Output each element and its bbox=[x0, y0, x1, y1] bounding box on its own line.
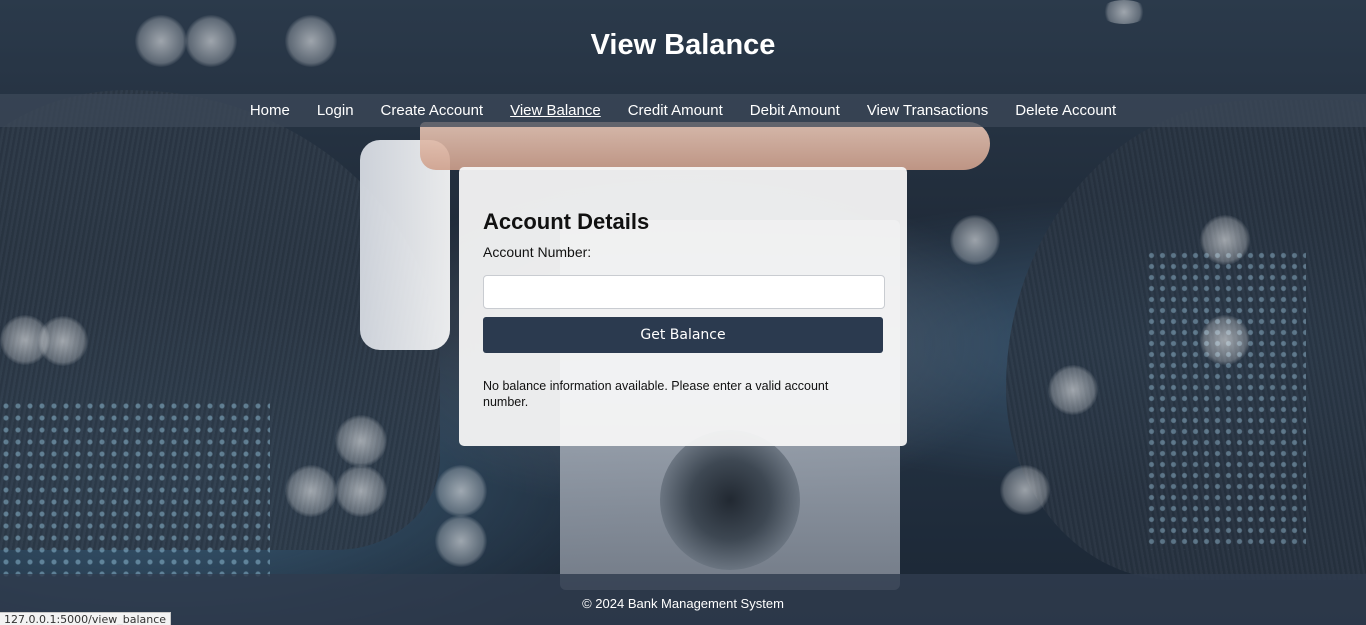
page-footer: © 2024 Bank Management System bbox=[0, 574, 1366, 625]
bokeh-light bbox=[285, 465, 337, 517]
nav-item-create-account[interactable]: Create Account bbox=[381, 102, 484, 119]
bokeh-light bbox=[38, 316, 88, 366]
nav-item-debit-amount[interactable]: Debit Amount bbox=[750, 102, 840, 119]
footer-copyright: © 2024 Bank Management System bbox=[582, 596, 784, 611]
bokeh-light bbox=[435, 465, 487, 517]
safe-dial-decoration bbox=[660, 430, 800, 570]
binary-pattern-right bbox=[1146, 250, 1306, 550]
bokeh-light bbox=[335, 415, 387, 467]
bokeh-light bbox=[950, 215, 1000, 265]
get-balance-button[interactable]: Get Balance bbox=[483, 317, 883, 353]
binary-pattern-left bbox=[0, 400, 270, 580]
nav-item-credit-amount[interactable]: Credit Amount bbox=[628, 102, 723, 119]
hand-decoration bbox=[420, 122, 990, 170]
balance-status-message: No balance information available. Please… bbox=[483, 379, 829, 409]
browser-status-url: 127.0.0.1:5000/view_balance bbox=[0, 612, 172, 625]
nav-item-view-transactions[interactable]: View Transactions bbox=[867, 102, 988, 119]
bokeh-light bbox=[1200, 315, 1250, 365]
account-number-input[interactable] bbox=[483, 275, 885, 309]
account-details-card: Account Details Account Number: Get Bala… bbox=[459, 167, 907, 446]
main-nav: Home Login Create Account View Balance C… bbox=[0, 94, 1366, 127]
bokeh-light bbox=[1200, 215, 1250, 265]
nav-item-home[interactable]: Home bbox=[250, 102, 290, 119]
bokeh-light bbox=[1000, 465, 1050, 515]
bokeh-light bbox=[1048, 365, 1098, 415]
bokeh-light bbox=[335, 465, 387, 517]
page-title: View Balance bbox=[590, 29, 776, 61]
account-number-label: Account Number: bbox=[483, 244, 592, 260]
card-title: Account Details bbox=[483, 209, 650, 234]
bokeh-light bbox=[435, 515, 487, 567]
shirt-cuff-decoration bbox=[360, 140, 450, 350]
nav-item-delete-account[interactable]: Delete Account bbox=[1015, 102, 1116, 119]
nav-item-view-balance[interactable]: View Balance bbox=[510, 102, 601, 119]
nav-item-login[interactable]: Login bbox=[317, 102, 354, 119]
page-header: View Balance bbox=[0, 0, 1366, 94]
